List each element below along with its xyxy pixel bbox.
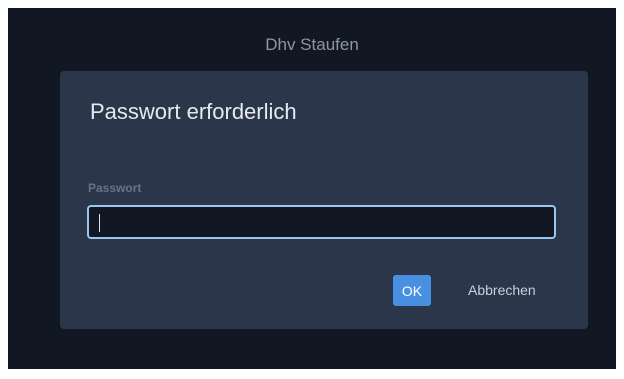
dialog-title: Passwort erforderlich (90, 99, 297, 124)
password-dialog: Passwort erforderlich Passwort OK Abbrec… (60, 71, 588, 329)
app-window: Dhv Staufen Passwort erforderlich Passwo… (8, 8, 616, 369)
window-title: Dhv Staufen (265, 35, 359, 54)
text-cursor (99, 214, 100, 232)
password-label: Passwort (88, 181, 142, 195)
cancel-button[interactable]: Abbrechen (455, 275, 549, 306)
password-field[interactable] (87, 205, 556, 239)
ok-button[interactable]: OK (393, 275, 431, 306)
